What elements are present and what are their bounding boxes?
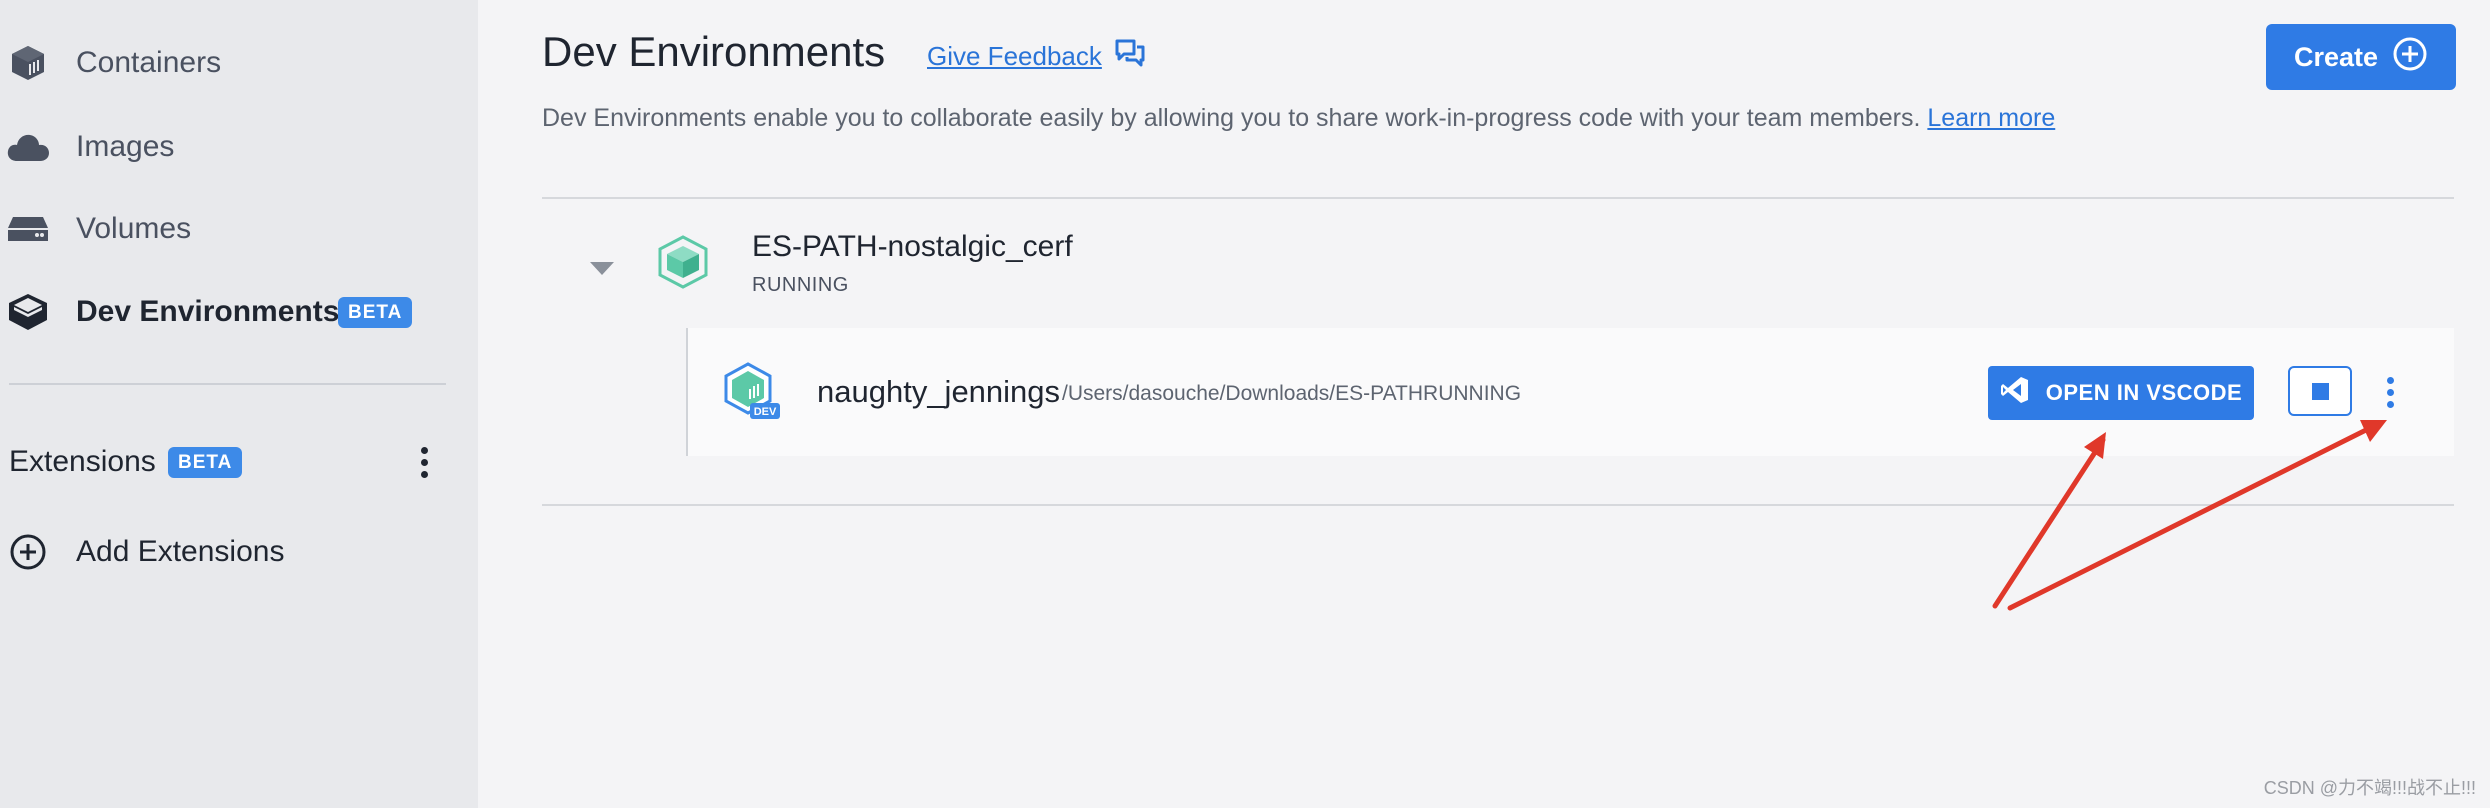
section-divider xyxy=(542,504,2454,506)
app-window: Containers Images Volumes Dev Environmen… xyxy=(0,0,2490,808)
page-title: Dev Environments xyxy=(542,28,886,75)
environment-status: RUNNING xyxy=(752,274,849,296)
dev-container-icon: DEV xyxy=(720,361,782,423)
sidebar: Containers Images Volumes Dev Environmen… xyxy=(0,0,478,808)
sidebar-item-containers[interactable]: Containers xyxy=(0,33,478,93)
cloud-icon xyxy=(6,125,50,169)
sidebar-item-label: Images xyxy=(76,130,175,163)
description-text: Dev Environments enable you to collabora… xyxy=(542,104,1921,132)
create-button[interactable]: Create xyxy=(2266,24,2456,90)
sidebar-divider xyxy=(9,383,446,385)
beta-badge: BETA xyxy=(168,446,243,478)
feedback-icon xyxy=(1114,38,1146,75)
give-feedback-link[interactable]: Give Feedback xyxy=(927,38,1146,75)
stop-icon xyxy=(2311,382,2329,400)
container-icon xyxy=(6,41,50,85)
open-in-vscode-button[interactable]: OPEN IN VSCODE xyxy=(1988,366,2254,420)
environment-icon xyxy=(655,234,711,290)
add-extensions-label: Add Extensions xyxy=(76,535,285,568)
sidebar-item-label: Containers xyxy=(76,46,222,79)
create-label: Create xyxy=(2293,41,2379,72)
sidebar-item-label: Dev Environments xyxy=(76,295,340,328)
plus-circle-icon xyxy=(6,530,50,574)
sidebar-item-images[interactable]: Images xyxy=(0,117,478,177)
beta-badge: BETA xyxy=(338,296,413,328)
dev-env-icon xyxy=(6,290,50,334)
extensions-label: Extensions xyxy=(9,445,156,478)
open-in-vscode-label: OPEN IN VSCODE xyxy=(2045,380,2243,405)
stop-button[interactable] xyxy=(2288,366,2352,416)
sidebar-item-volumes[interactable]: Volumes xyxy=(0,199,478,259)
main-content: Dev Environments Give Feedback Create De… xyxy=(478,0,2490,808)
vscode-icon xyxy=(2000,375,2030,411)
add-extensions-button[interactable]: Add Extensions xyxy=(0,522,478,582)
extensions-header: Extensions BETA xyxy=(0,432,478,492)
collapse-caret-icon[interactable] xyxy=(590,262,614,275)
section-divider xyxy=(542,197,2454,199)
page-description: Dev Environments enable you to collabora… xyxy=(542,104,2055,133)
watermark: CSDN @力不竭!!!战不止!!! xyxy=(2263,778,2476,798)
container-path: /Users/dasouche/Downloads/ES-PATHRUNNING xyxy=(1062,382,1522,405)
more-options-icon[interactable] xyxy=(412,442,436,482)
row-more-options-icon[interactable] xyxy=(2380,372,2400,412)
container-name: naughty_jennings xyxy=(817,374,1061,409)
volume-icon xyxy=(6,207,50,251)
sidebar-item-dev-environments[interactable]: Dev Environments BETA xyxy=(0,282,478,342)
plus-circle-icon xyxy=(2392,36,2428,79)
learn-more-link[interactable]: Learn more xyxy=(1927,104,2055,132)
dev-badge-text: DEV xyxy=(754,406,777,418)
give-feedback-label: Give Feedback xyxy=(927,41,1102,71)
container-row: DEV naughty_jennings /Users/dasouche/Dow… xyxy=(686,328,2454,456)
environment-name: ES-PATH-nostalgic_cerf xyxy=(752,230,1073,263)
sidebar-item-label: Volumes xyxy=(76,212,192,245)
